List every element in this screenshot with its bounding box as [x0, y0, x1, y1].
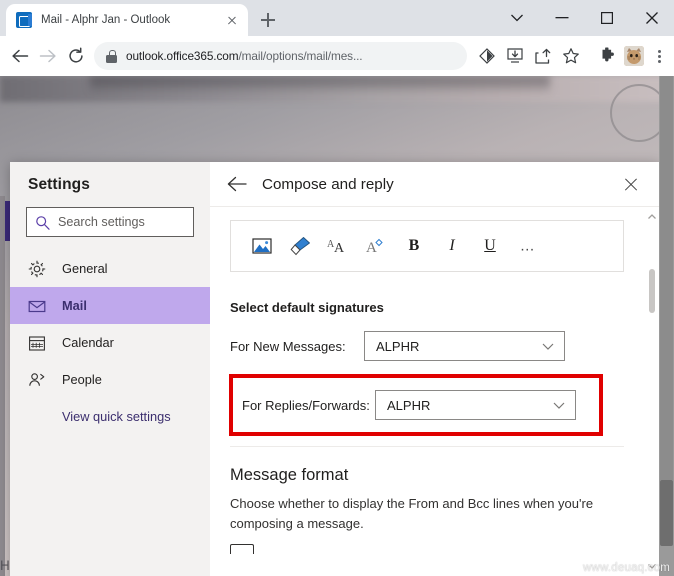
- font-color-icon[interactable]: A: [357, 227, 395, 265]
- settings-sidebar: Settings Search settings General Mail Ca…: [10, 162, 210, 576]
- panel-scroll-area: AA A B I U … Select default signatures F…: [210, 207, 660, 576]
- background-side-strip: [0, 196, 5, 576]
- search-settings-input[interactable]: Search settings: [26, 207, 194, 237]
- sidebar-item-calendar[interactable]: Calendar: [10, 324, 210, 361]
- underline-label: U: [484, 237, 496, 254]
- reading-mode-icon[interactable]: [473, 42, 501, 70]
- url-text: outlook.office365.com/mail/options/mail/…: [126, 49, 362, 63]
- search-settings-placeholder: Search settings: [58, 215, 145, 229]
- page-viewport: Hear from companies like Zoom, HelpScout…: [0, 76, 674, 576]
- watermark: www.deuaq.com: [583, 562, 670, 574]
- scroll-up-arrow-icon[interactable]: [647, 212, 657, 222]
- share-icon[interactable]: [529, 42, 557, 70]
- page-title: Compose and reply: [262, 175, 394, 193]
- for-new-messages-label: For New Messages:: [230, 338, 346, 354]
- close-tab-icon[interactable]: [224, 12, 240, 28]
- italic-label: I: [449, 237, 455, 254]
- window-controls: [494, 0, 674, 36]
- partial-control-cutoff[interactable]: [230, 544, 254, 555]
- font-size-icon[interactable]: AA: [319, 227, 357, 265]
- page-scrollbar[interactable]: [659, 76, 674, 576]
- settings-title: Settings: [28, 176, 90, 193]
- formatting-toolbar: AA A B I U …: [230, 220, 624, 272]
- close-window-icon[interactable]: [629, 0, 674, 36]
- settings-dialog: Settings Search settings General Mail Ca…: [10, 162, 660, 576]
- sidebar-item-label: General: [62, 261, 108, 276]
- tab-title: Mail - Alphr Jan - Outlook: [41, 14, 171, 26]
- chrome-menu-kebab-icon[interactable]: [647, 42, 671, 70]
- sidebar-item-label: Mail: [62, 298, 87, 313]
- select-default-signatures-heading: Select default signatures: [230, 300, 384, 315]
- sidebar-item-general[interactable]: General: [10, 250, 210, 287]
- underline-icon[interactable]: U: [471, 227, 509, 265]
- chevron-down-icon[interactable]: [494, 0, 539, 36]
- browser-tab[interactable]: Mail - Alphr Jan - Outlook: [6, 4, 248, 36]
- for-new-messages-row: For New Messages: ALPHR: [230, 323, 624, 369]
- bold-icon[interactable]: B: [395, 227, 433, 265]
- red-highlight-box: [229, 374, 603, 436]
- format-painter-icon[interactable]: [281, 227, 319, 265]
- back-arrow-icon[interactable]: [6, 42, 34, 70]
- message-format-description: Choose whether to display the From and B…: [230, 496, 594, 532]
- for-new-messages-value: ALPHR: [376, 338, 420, 354]
- more-options-icon[interactable]: …: [509, 227, 547, 265]
- gear-icon: [28, 260, 46, 278]
- section-divider: [230, 446, 624, 447]
- extensions-puzzle-icon[interactable]: [593, 42, 621, 70]
- calendar-icon: [28, 334, 46, 352]
- chevron-down-icon: [540, 338, 556, 354]
- bookmark-star-icon[interactable]: [557, 42, 585, 70]
- page-scrollbar-thumb[interactable]: [660, 480, 673, 546]
- outlook-icon: [16, 12, 32, 28]
- envelope-icon: [28, 297, 46, 315]
- sidebar-item-mail[interactable]: Mail: [10, 287, 210, 324]
- sidebar-item-people[interactable]: People: [10, 361, 210, 398]
- url-path: /mail/options/mail/mes...: [238, 49, 363, 63]
- message-format-title: Message format: [230, 466, 349, 484]
- new-tab-button[interactable]: [256, 8, 280, 32]
- tab-strip: Mail - Alphr Jan - Outlook: [0, 0, 674, 36]
- italic-icon[interactable]: I: [433, 227, 471, 265]
- settings-main-panel: Compose and reply A A A B I U … Select d…: [210, 162, 660, 576]
- bold-label: B: [408, 237, 420, 254]
- close-icon[interactable]: [618, 171, 644, 197]
- for-replies-forwards-highlight-wrap: For Replies/Forwards: ALPHR: [229, 374, 624, 436]
- chevron-down-icon: [551, 397, 567, 413]
- panel-content: AA A B I U … Select default signatures F…: [210, 207, 642, 555]
- address-bar[interactable]: outlook.office365.com/mail/options/mail/…: [94, 42, 467, 70]
- svg-text:A: A: [366, 240, 377, 255]
- minimize-icon[interactable]: [539, 0, 584, 36]
- reload-icon[interactable]: [62, 42, 90, 70]
- panel-scrollbar[interactable]: [644, 207, 660, 576]
- scroll-thumb[interactable]: [649, 269, 655, 313]
- people-icon: [28, 371, 46, 389]
- browser-toolbar: outlook.office365.com/mail/options/mail/…: [0, 36, 674, 76]
- view-quick-settings-link[interactable]: View quick settings: [10, 409, 210, 424]
- more-options-label: …: [519, 237, 537, 255]
- browser-window: Mail - Alphr Jan - Outlook outlook.offic…: [0, 0, 674, 576]
- lock-icon: [106, 49, 117, 63]
- insert-picture-icon[interactable]: [243, 227, 281, 265]
- maximize-icon[interactable]: [584, 0, 629, 36]
- url-host: outlook.office365.com: [126, 49, 239, 63]
- sidebar-item-label: Calendar: [62, 335, 114, 350]
- forward-arrow-icon: [34, 42, 62, 70]
- download-icon[interactable]: [501, 42, 529, 70]
- search-icon: [35, 215, 50, 230]
- sidebar-item-label: People: [62, 372, 102, 387]
- svg-text:A: A: [334, 241, 345, 255]
- panel-header: Compose and reply: [210, 162, 660, 207]
- back-arrow-icon[interactable]: [224, 171, 250, 197]
- page-scrollbar-track-upper[interactable]: [660, 76, 673, 480]
- profile-avatar-cat[interactable]: [624, 46, 644, 66]
- for-new-messages-dropdown[interactable]: ALPHR: [364, 331, 565, 361]
